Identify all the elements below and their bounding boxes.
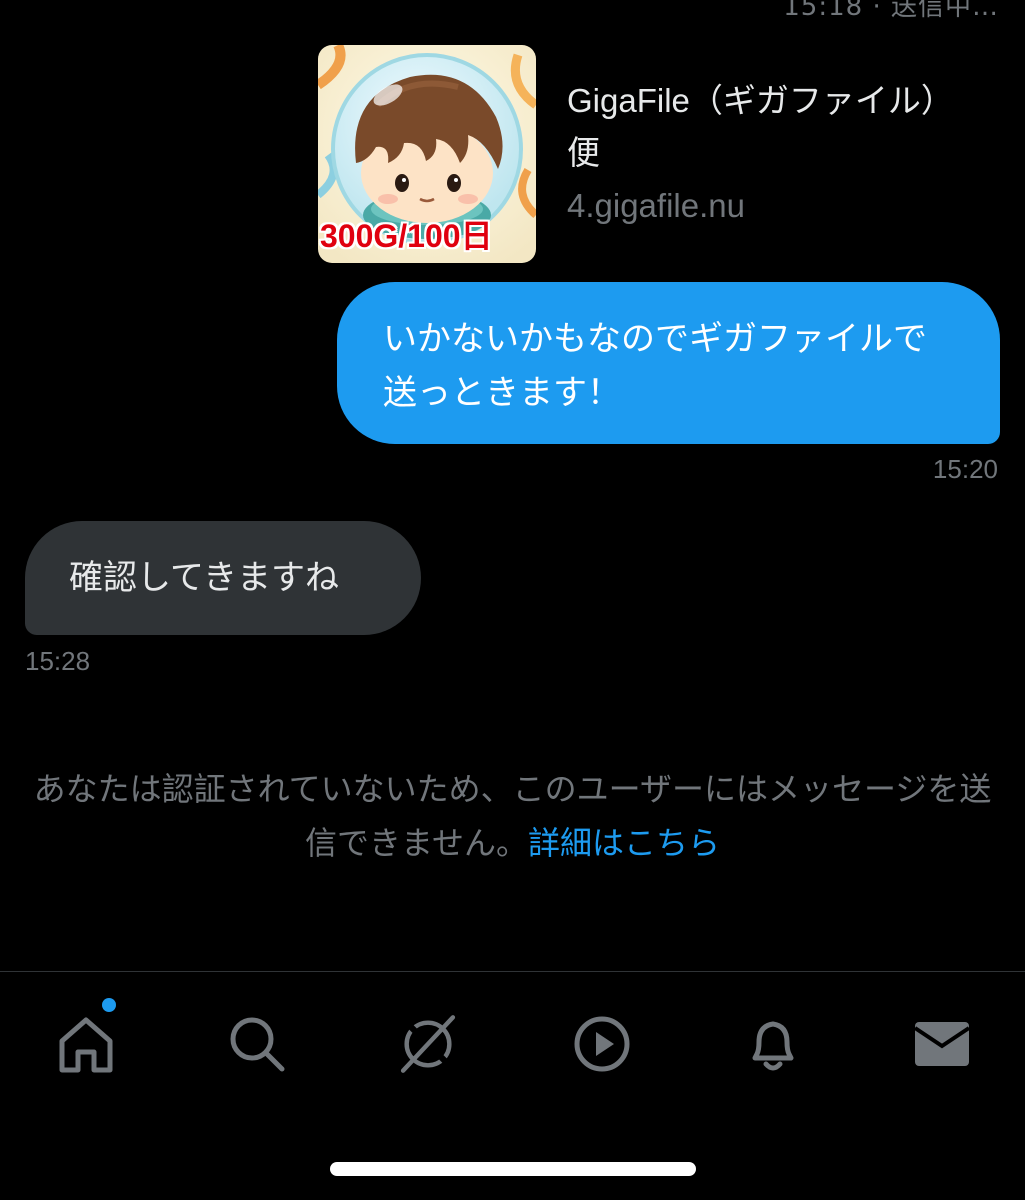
tab-notifications[interactable] <box>741 1012 805 1076</box>
tab-messages[interactable] <box>910 1012 974 1076</box>
received-message-bubble[interactable]: 確認してきますね <box>25 521 421 635</box>
gigafile-app-icon: 300G/100日 <box>318 45 536 263</box>
grok-icon <box>400 1015 456 1073</box>
previous-message-status: 15:18 · 送信中… <box>783 0 999 22</box>
link-card-text: GigaFile（ギガファイル）便 4.gigafile.nu <box>567 75 947 225</box>
received-message-time: 15:28 <box>25 646 91 676</box>
tab-home[interactable] <box>54 998 118 1076</box>
cannot-send-notice: あなたは認証されていないため、このユーザーにはメッセージを送信できません。詳細は… <box>20 762 1005 870</box>
tab-video[interactable] <box>570 1012 634 1076</box>
search-icon <box>230 1017 285 1072</box>
link-preview-card[interactable]: 300G/100日 GigaFile（ギガファイル）便 4.gigafile.n… <box>318 45 978 265</box>
tab-grok[interactable] <box>396 1012 460 1076</box>
sent-message-bubble[interactable]: いかないかもなのでギガファイルで送っときます！ <box>337 282 1000 444</box>
notice-text: あなたは認証されていないため、このユーザーにはメッセージを送信できません。 <box>33 770 992 862</box>
app-icon-label: 300G/100日 <box>320 218 493 254</box>
envelope-icon <box>913 1022 971 1066</box>
play-icon <box>574 1016 630 1072</box>
home-indicator[interactable] <box>330 1162 696 1176</box>
link-card-title: GigaFile（ギガファイル）便 <box>567 82 938 171</box>
tab-search[interactable] <box>225 1012 289 1076</box>
sent-message-time: 15:20 <box>932 454 998 484</box>
home-icon <box>59 1017 113 1073</box>
home-notification-dot <box>102 998 116 1012</box>
bell-icon <box>752 1021 794 1071</box>
link-card-domain: 4.gigafile.nu <box>567 187 745 224</box>
dm-conversation-screen: 15:18 · 送信中… 300G/100日 GigaFile（ギガファイル）便… <box>0 0 1025 1200</box>
learn-more-link[interactable]: 詳細はこちら <box>528 824 720 862</box>
